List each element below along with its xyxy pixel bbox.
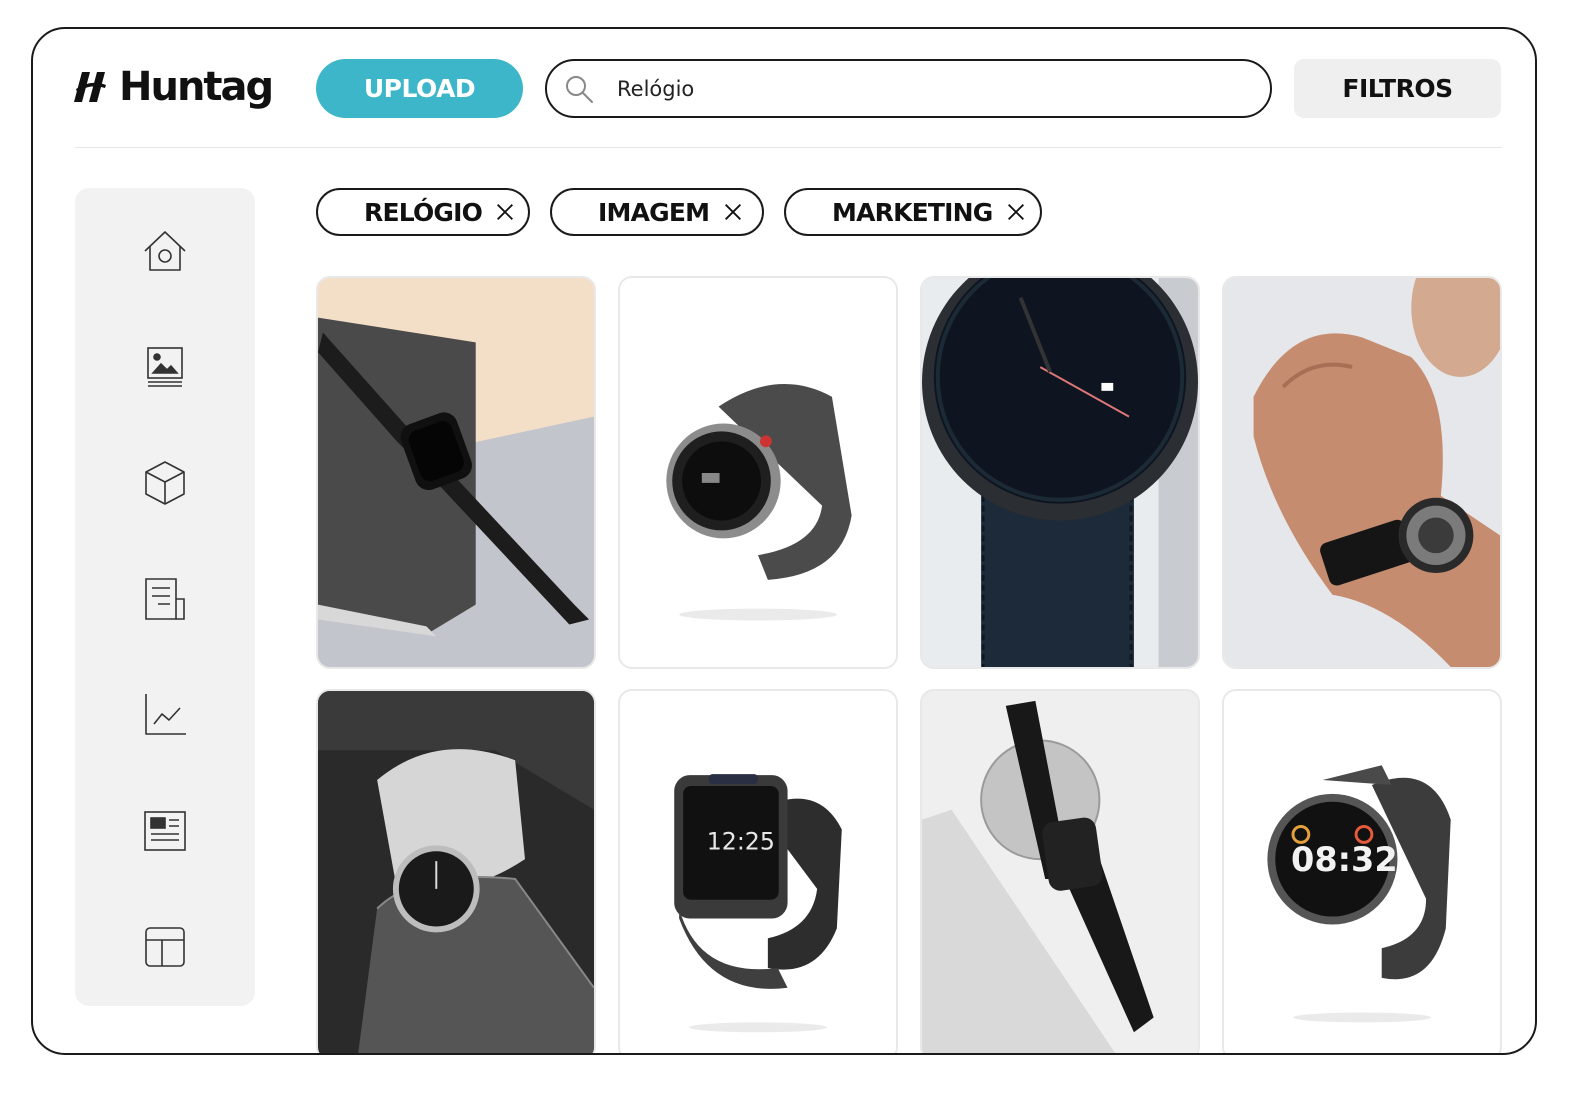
sidebar-item-documents[interactable] xyxy=(135,569,195,629)
smartwatch-photo: 08:32 xyxy=(1224,691,1500,1053)
smartwatch-photo: 12:25 xyxy=(620,691,896,1053)
search-bar[interactable] xyxy=(545,59,1272,118)
sidebar-item-home[interactable] xyxy=(135,221,195,281)
close-icon[interactable] xyxy=(1005,200,1028,224)
result-card[interactable] xyxy=(316,276,596,669)
sidebar-item-analytics[interactable] xyxy=(135,685,195,745)
result-card[interactable] xyxy=(920,689,1200,1053)
sidebar xyxy=(75,188,255,1006)
sidebar-item-news[interactable] xyxy=(135,801,195,861)
close-icon[interactable] xyxy=(721,200,745,224)
filter-chip-label: RELÓGIO xyxy=(364,197,483,227)
search-input[interactable] xyxy=(617,76,1217,101)
smartwatch-photo xyxy=(318,278,594,667)
sidebar-item-products[interactable] xyxy=(135,453,195,513)
document-icon xyxy=(145,578,185,620)
close-icon[interactable] xyxy=(494,200,516,224)
sidebar-item-layout[interactable] xyxy=(135,917,195,977)
filter-chip: IMAGEM xyxy=(550,188,764,236)
svg-text:08:32: 08:32 xyxy=(1291,840,1398,879)
image-library-icon xyxy=(147,347,183,387)
filter-chip-label: IMAGEM xyxy=(598,197,710,227)
result-card[interactable]: 08:32 xyxy=(1222,689,1502,1053)
home-icon xyxy=(144,231,186,271)
result-card[interactable] xyxy=(920,276,1200,669)
logo-mark-icon xyxy=(74,72,106,102)
smartwatch-photo xyxy=(922,691,1198,1053)
filter-chip: MARKETING xyxy=(784,188,1042,236)
filters-button[interactable]: FILTROS xyxy=(1294,59,1501,118)
logo[interactable]: Huntag xyxy=(73,64,274,110)
header-divider xyxy=(75,147,1502,148)
search-icon xyxy=(566,75,593,103)
svg-text:12:25: 12:25 xyxy=(707,827,775,855)
chart-icon xyxy=(145,694,186,735)
result-card[interactable]: 12:25 xyxy=(618,689,898,1053)
analog-watch-photo xyxy=(922,278,1198,667)
news-icon xyxy=(144,811,186,851)
wrist-watch-photo xyxy=(1224,278,1500,667)
wrist-watch-photo xyxy=(318,691,594,1053)
filter-chip-label: MARKETING xyxy=(832,197,993,227)
logo-text: Huntag xyxy=(119,64,274,110)
result-card[interactable] xyxy=(316,689,596,1053)
layout-icon xyxy=(145,927,185,967)
sidebar-item-images[interactable] xyxy=(135,337,195,397)
filter-chip: RELÓGIO xyxy=(316,188,530,236)
active-filters: RELÓGIO IMAGEM MARKETING xyxy=(316,188,1042,236)
upload-button[interactable]: UPLOAD xyxy=(316,59,523,118)
cube-icon xyxy=(145,461,185,505)
result-card[interactable] xyxy=(1222,276,1502,669)
smartwatch-photo xyxy=(620,278,896,667)
app-window: Huntag UPLOAD FILTROS xyxy=(31,27,1537,1055)
result-card[interactable] xyxy=(618,276,898,669)
